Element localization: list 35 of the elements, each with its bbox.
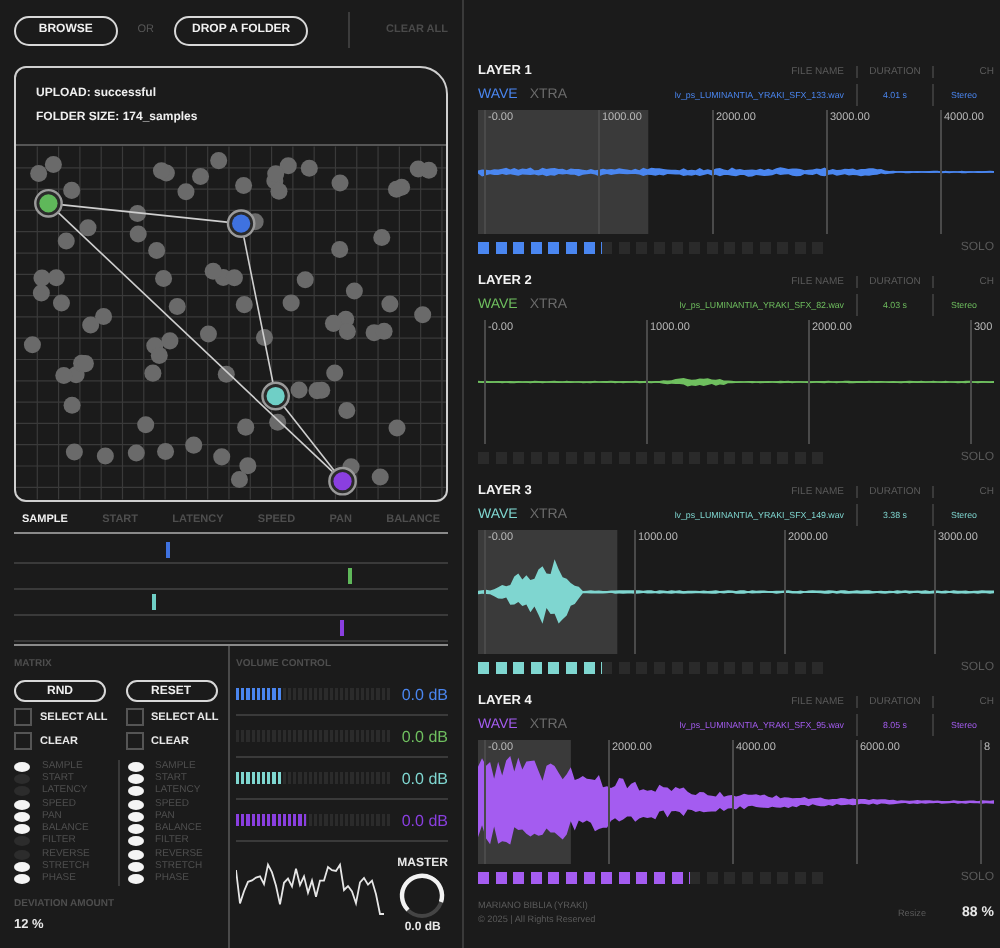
toggle-switch[interactable] xyxy=(14,862,30,873)
master-knob[interactable] xyxy=(398,872,447,920)
sample-map-drawing[interactable] xyxy=(16,146,446,500)
volume-reading: 0.0 dB xyxy=(401,727,448,745)
toggle-switch[interactable] xyxy=(14,786,30,797)
toggle-switch[interactable] xyxy=(14,761,30,772)
toggle-switch[interactable] xyxy=(14,799,30,810)
volume-reading: 0.0 dB xyxy=(401,811,448,829)
toggle-switch[interactable] xyxy=(14,811,30,822)
toggle-switch[interactable] xyxy=(14,836,30,847)
toggle-switch[interactable] xyxy=(127,811,143,822)
volume-meter[interactable] xyxy=(236,772,392,784)
lane-marker[interactable] xyxy=(152,594,157,610)
lane-marker[interactable] xyxy=(165,542,170,558)
waveform-drawing[interactable] xyxy=(478,110,994,234)
toggle-switch[interactable] xyxy=(127,786,143,797)
volume-meter[interactable] xyxy=(236,688,392,700)
toggle-switch[interactable] xyxy=(127,836,143,847)
waveform-drawing[interactable] xyxy=(478,740,994,864)
toggle-switch[interactable] xyxy=(127,862,143,873)
toggle-switch[interactable] xyxy=(127,773,143,784)
lane-marker[interactable] xyxy=(339,620,344,636)
toggle-switch[interactable] xyxy=(127,849,143,860)
toggle-switch[interactable] xyxy=(127,799,143,810)
toggle-switch[interactable] xyxy=(127,824,143,835)
toggle-switch[interactable] xyxy=(14,849,30,860)
volume-reading: 0.0 dB xyxy=(401,769,448,787)
waveform-drawing[interactable] xyxy=(478,530,994,654)
toggle-switch[interactable] xyxy=(14,824,30,835)
toggle-switch[interactable] xyxy=(14,773,30,784)
volume-reading: 0.0 dB xyxy=(401,685,448,703)
toggle-switch[interactable] xyxy=(14,874,30,885)
lane-marker[interactable] xyxy=(348,568,353,584)
toggle-switch[interactable] xyxy=(127,874,143,885)
toggle-switch[interactable] xyxy=(127,761,143,772)
